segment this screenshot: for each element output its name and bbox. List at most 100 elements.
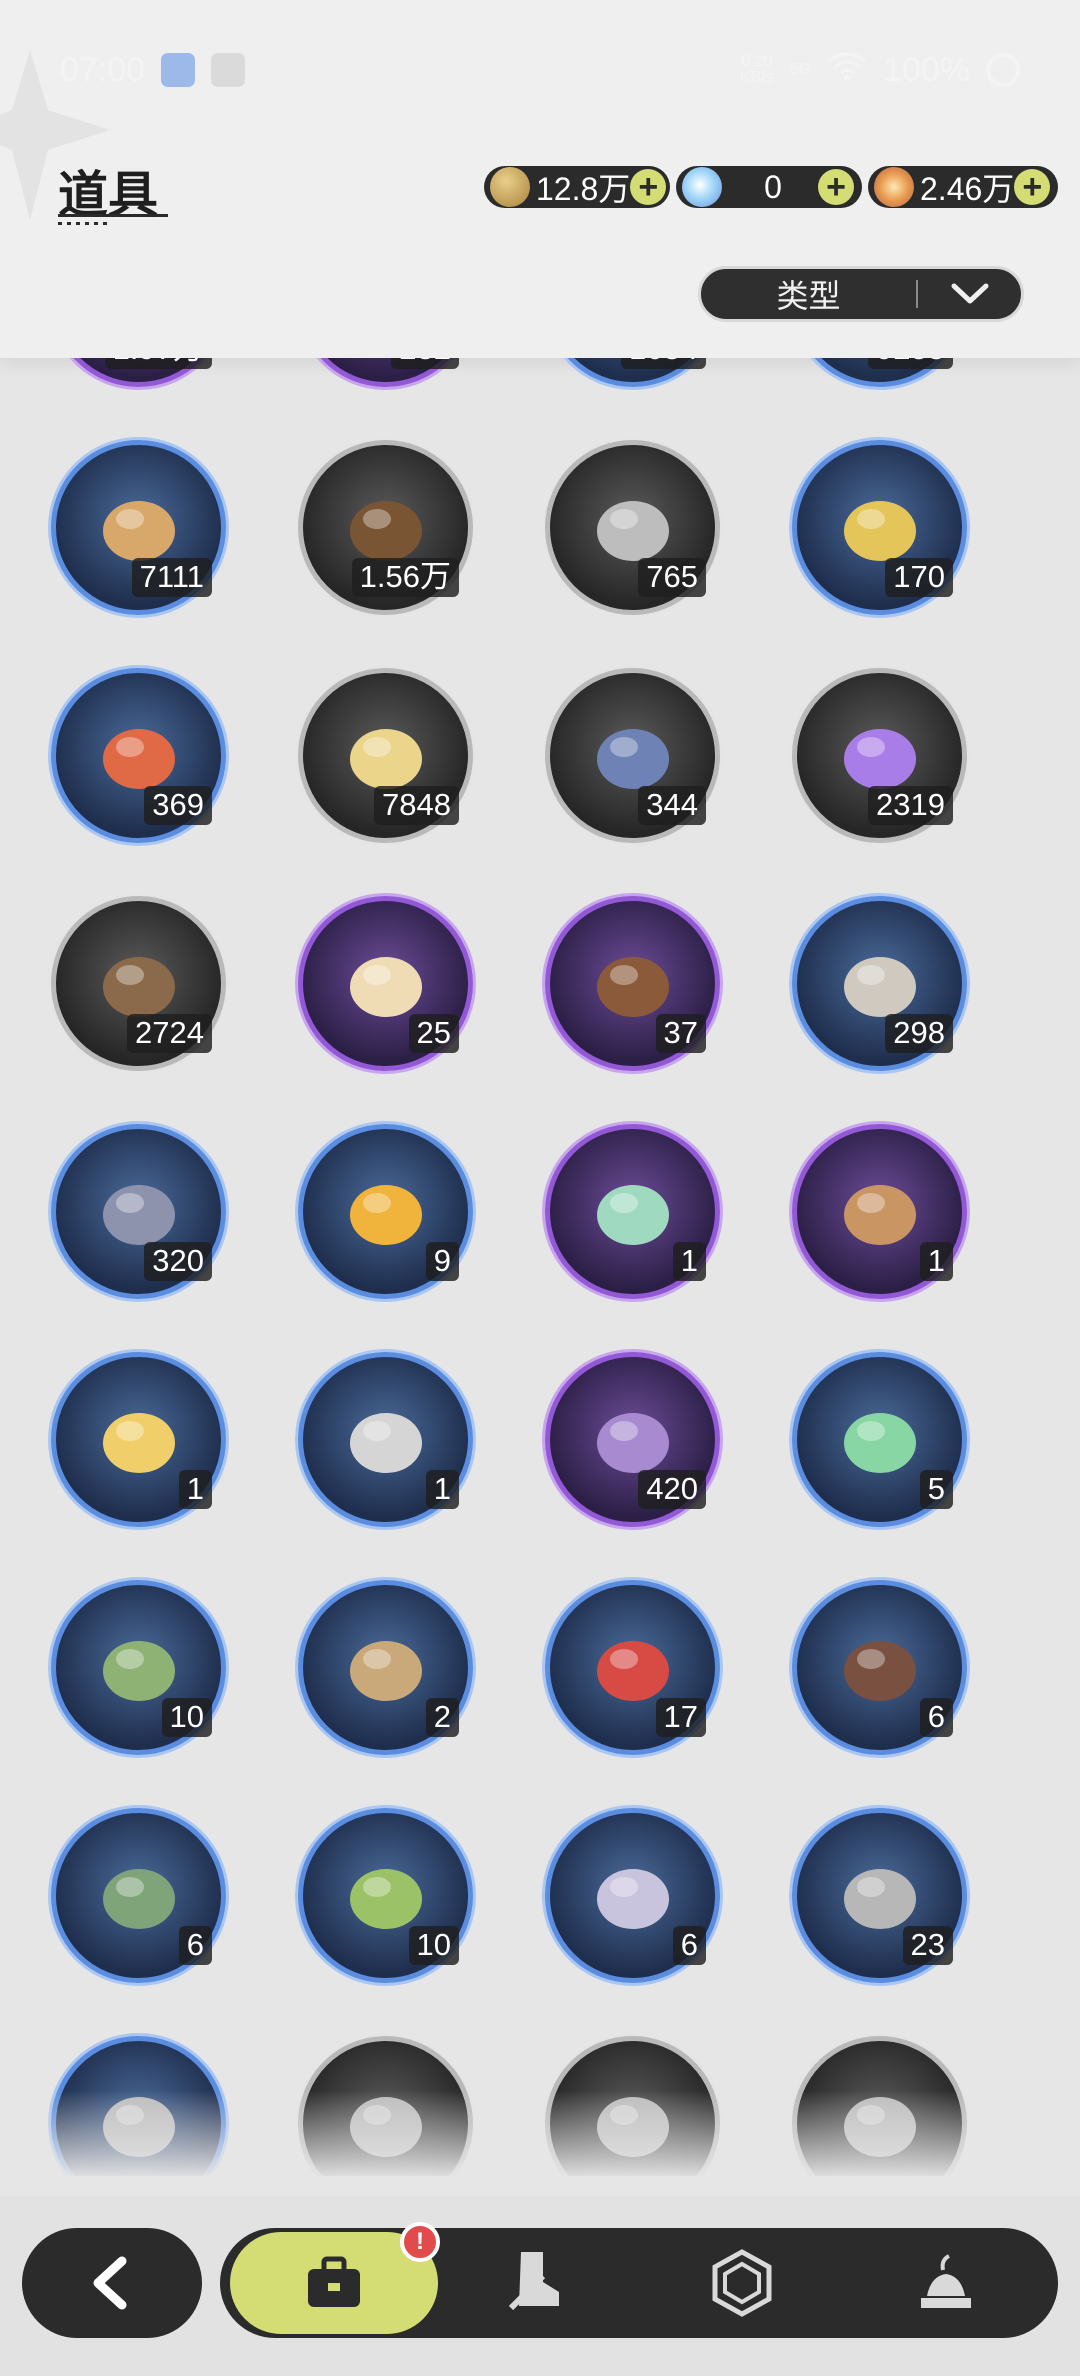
inventory-item[interactable]: 25: [298, 896, 473, 1071]
hexagon-icon: [712, 2249, 772, 2317]
tab-items-alert-badge: !: [400, 2222, 440, 2262]
net-speed: 0.20 KB/s: [740, 54, 774, 86]
status-bar: 07:00 0.20 KB/s 5G 100%: [0, 0, 1080, 140]
inventory-item[interactable]: 420: [545, 1352, 720, 1527]
bag-icon: [308, 2256, 360, 2307]
inventory-grid[interactable]: 1.97万2321054925571111.56万765170369784834…: [0, 358, 1080, 2176]
item-count: 2319: [868, 786, 953, 825]
inventory-item[interactable]: 6: [545, 1808, 720, 1983]
inventory-item[interactable]: 2: [298, 1580, 473, 1755]
tab-equipment[interactable]: [460, 2228, 620, 2338]
yellow-leaf-icon: [102, 1412, 175, 1473]
tab-food[interactable]: [866, 2228, 1026, 2338]
inventory-item[interactable]: 6: [792, 1580, 967, 1755]
battery-level: 100%: [883, 50, 970, 89]
app-notification-icon: [211, 53, 246, 87]
mora-icon: [490, 167, 530, 207]
inventory-item[interactable]: 369: [51, 668, 226, 843]
item-count: 369: [144, 786, 212, 825]
item-count: 7848: [374, 786, 459, 825]
item-count: 1: [425, 1470, 459, 1509]
item-count: 17: [655, 1698, 706, 1737]
green-wisp-icon: [843, 1412, 916, 1473]
recipe-book-icon: [843, 1184, 916, 1245]
inventory-item[interactable]: 1: [792, 1124, 967, 1299]
item-count: 10: [408, 1926, 459, 1965]
item-count: 170: [885, 558, 953, 597]
inventory-item[interactable]: 9: [298, 1124, 473, 1299]
inventory-item[interactable]: 10: [51, 1580, 226, 1755]
inventory-item[interactable]: 1: [545, 1124, 720, 1299]
item-count: 6: [178, 1926, 212, 1965]
inventory-item[interactable]: 10: [298, 1808, 473, 1983]
inventory-item[interactable]: 298: [792, 896, 967, 1071]
inventory-item[interactable]: 765: [545, 440, 720, 615]
item-count: 320: [144, 1242, 212, 1281]
inventory-item[interactable]: 2724: [51, 896, 226, 1071]
add-genesis-button[interactable]: +: [1014, 168, 1051, 206]
item-count: 1054: [621, 358, 706, 369]
inventory-item[interactable]: 232: [298, 358, 473, 387]
tab-materials[interactable]: [662, 2228, 822, 2338]
inventory-item[interactable]: 23: [792, 1808, 967, 1983]
add-mora-button[interactable]: +: [630, 168, 667, 206]
inventory-item[interactable]: 37: [545, 896, 720, 1071]
item-count: 6: [672, 1926, 706, 1965]
inventory-item[interactable]: 1.56万: [298, 440, 473, 615]
inventory-item[interactable]: 320: [51, 1124, 226, 1299]
inventory-item[interactable]: 1: [298, 1352, 473, 1527]
item-count: 298: [885, 1014, 953, 1053]
cobweb-icon: [596, 1868, 669, 1929]
add-primogem-button[interactable]: +: [818, 168, 854, 206]
type-filter-dropdown[interactable]: 类型: [698, 266, 1024, 322]
inventory-item[interactable]: 1054: [545, 358, 720, 387]
currency-mora-value: 12.8万: [536, 171, 631, 207]
back-arrow-icon: [93, 2256, 127, 2310]
item-count: 37: [655, 1014, 706, 1053]
lava-rock-icon: [843, 1640, 916, 1701]
app-notification-icon: [161, 53, 196, 87]
jade-pendant-icon: [596, 1184, 669, 1245]
item-count: 10: [161, 1698, 212, 1737]
item-count: 1: [178, 1470, 212, 1509]
net-speed-value: 0.20: [741, 53, 773, 70]
inventory-item[interactable]: 7848: [298, 668, 473, 843]
inventory-item[interactable]: 9255: [792, 358, 967, 387]
back-button[interactable]: [22, 2228, 202, 2338]
currency-primogem: 0 +: [676, 166, 862, 208]
inventory-item[interactable]: 344: [545, 668, 720, 843]
inventory-item[interactable]: 1: [51, 1352, 226, 1527]
currency-primogem-value: 0: [764, 168, 782, 205]
title-dots: [58, 222, 108, 225]
boot-sword-icon: [508, 2252, 559, 2311]
chevron-down-icon: [918, 282, 1021, 306]
item-count: 6: [919, 1698, 953, 1737]
currency-genesis-value: 2.46万: [920, 171, 1015, 207]
item-count: 344: [638, 786, 706, 825]
inventory-item[interactable]: 170: [792, 440, 967, 615]
signal-icon: 5G: [789, 61, 812, 78]
item-count: 1.56万: [351, 558, 459, 597]
list-fade: [0, 2090, 1080, 2180]
green-flower-icon: [102, 1868, 175, 1929]
title-underline: [58, 214, 168, 217]
inventory-item[interactable]: 7111: [51, 440, 226, 615]
item-count: 25: [408, 1014, 459, 1053]
item-count: 2: [425, 1698, 459, 1737]
inventory-item[interactable]: 1.97万: [51, 358, 226, 387]
currency-mora: 12.8万 +: [484, 166, 670, 208]
genesis-crystal-icon: [874, 167, 914, 207]
battery-icon: [986, 53, 1020, 87]
wifi-icon: [827, 51, 867, 90]
inventory-item[interactable]: 2319: [792, 668, 967, 843]
primogem-icon: [682, 167, 722, 207]
item-count: 23: [902, 1926, 953, 1965]
inventory-item[interactable]: 6: [51, 1808, 226, 1983]
potion-bottle-icon: [349, 1184, 422, 1245]
item-count: 7111: [131, 558, 212, 597]
inventory-item[interactable]: 5: [792, 1352, 967, 1527]
feather-icon: [349, 1640, 422, 1701]
item-count: 1: [919, 1242, 953, 1281]
inventory-item[interactable]: 17: [545, 1580, 720, 1755]
currency-genesis: 2.46万 +: [868, 166, 1058, 208]
